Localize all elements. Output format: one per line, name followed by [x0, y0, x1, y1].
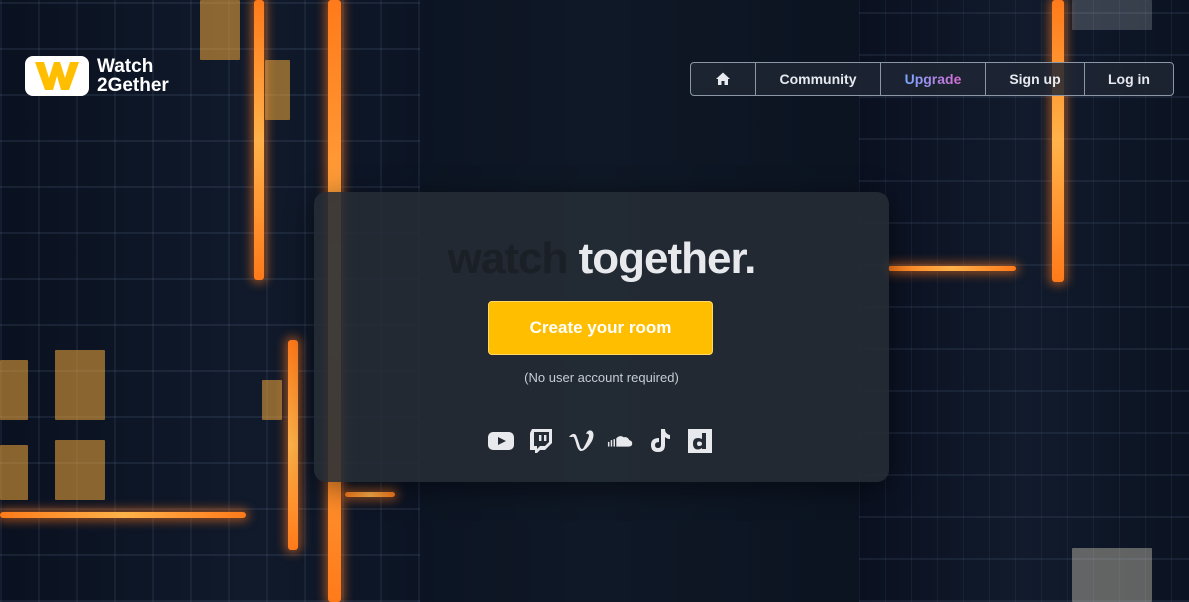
twitch-icon: [528, 428, 554, 454]
brand-logo[interactable]: Watch 2Gether: [25, 56, 169, 96]
brand-line1: Watch: [97, 56, 154, 77]
tiktok-icon: [647, 428, 673, 454]
signup-label: Sign up: [1009, 71, 1061, 87]
youtube-icon: [488, 428, 514, 454]
login-button[interactable]: Log in: [1084, 62, 1174, 96]
community-label: Community: [779, 71, 857, 87]
hero-headline: watch together.: [314, 234, 889, 284]
create-room-button[interactable]: Create your room: [488, 301, 713, 355]
login-label: Log in: [1108, 71, 1150, 87]
vimeo-icon: [568, 428, 594, 454]
home-button[interactable]: [690, 62, 756, 96]
signup-button[interactable]: Sign up: [985, 62, 1085, 96]
upgrade-link[interactable]: Upgrade: [880, 62, 986, 96]
dailymotion-icon: [687, 428, 713, 454]
brand-line2: 2Gether: [97, 75, 169, 96]
no-account-note: (No user account required): [524, 370, 679, 385]
community-link[interactable]: Community: [755, 62, 881, 96]
upgrade-label: Upgrade: [904, 71, 962, 87]
w-logo-icon: [25, 56, 89, 96]
brand-name: Watch 2Gether: [97, 57, 169, 95]
top-nav: Community Upgrade Sign up Log in: [690, 62, 1174, 96]
headline-word-together: together.: [578, 234, 757, 283]
headline-word-watch: watch: [447, 234, 569, 283]
soundcloud-icon: [607, 428, 633, 454]
home-icon: [716, 72, 730, 85]
hero-card: watch together. Create your room (No use…: [314, 192, 889, 482]
supported-services: [488, 428, 713, 454]
